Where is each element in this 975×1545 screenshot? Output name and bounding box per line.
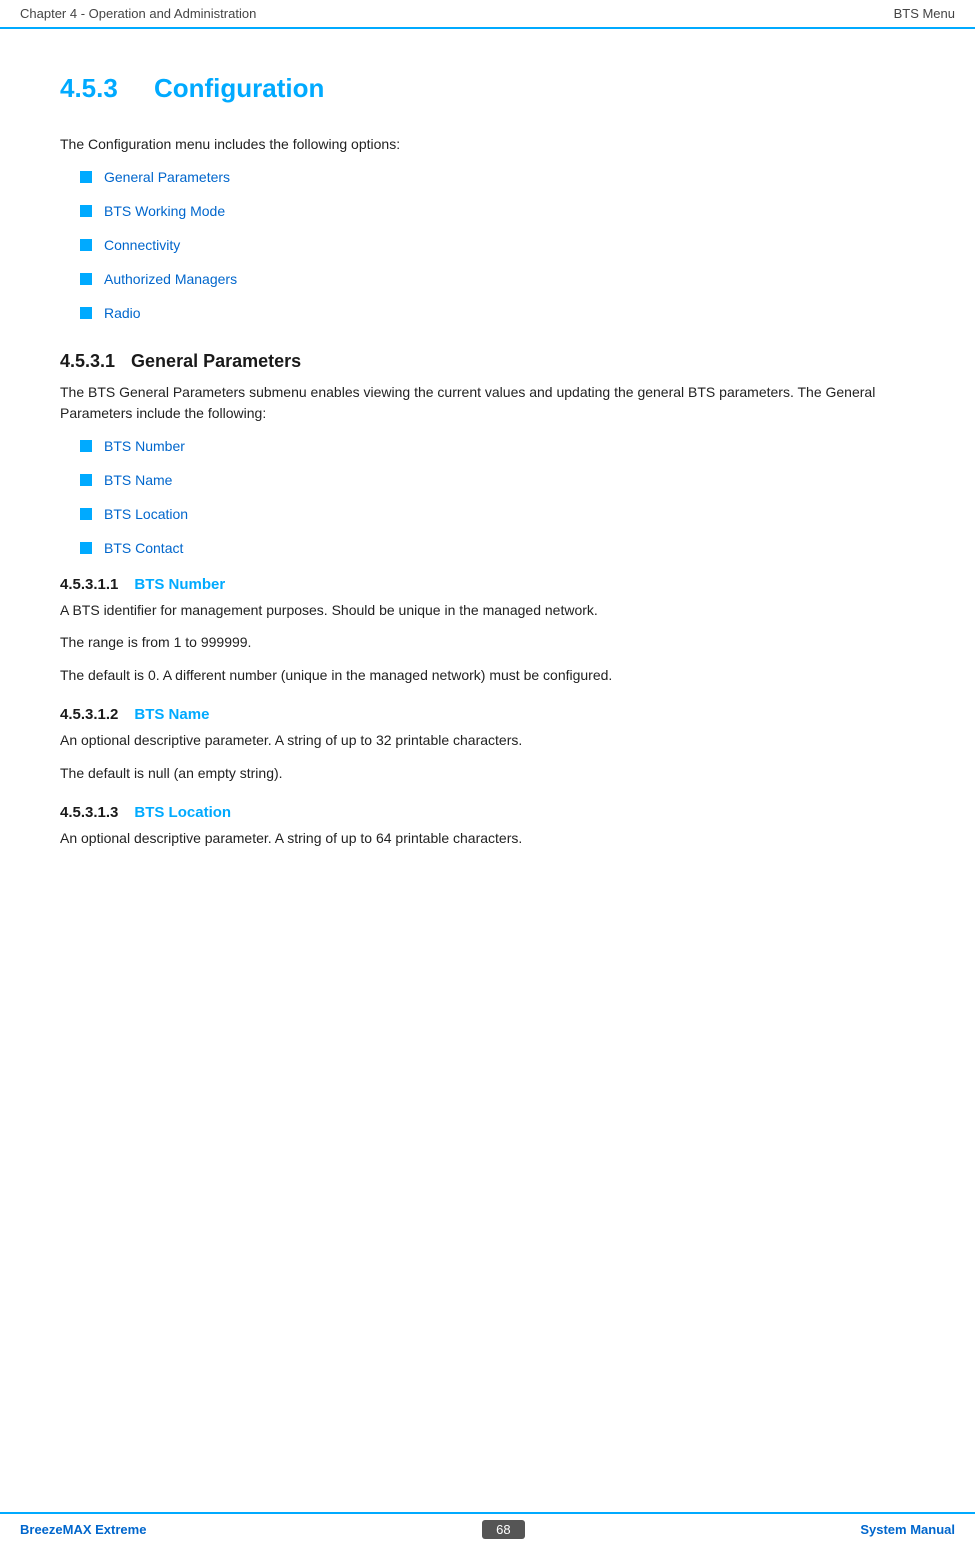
header-left: Chapter 4 - Operation and Administration — [20, 6, 256, 21]
list-item: BTS Number — [80, 438, 915, 454]
subsection-45313-title: BTS Location — [134, 804, 231, 821]
bts-contact-link[interactable]: BTS Contact — [104, 540, 183, 556]
subsection-45312-header: 4.5.3.1.2 BTS Name — [60, 706, 915, 723]
section-453-menu-list: General Parameters BTS Working Mode Conn… — [80, 169, 915, 321]
bullet-icon — [80, 205, 92, 217]
subsection-45311-para1: A BTS identifier for management purposes… — [60, 599, 915, 621]
bullet-icon — [80, 440, 92, 452]
section-453-intro: The Configuration menu includes the foll… — [60, 134, 915, 155]
bullet-icon — [80, 542, 92, 554]
list-item: General Parameters — [80, 169, 915, 185]
header-right: BTS Menu — [894, 6, 955, 21]
list-item: Connectivity — [80, 237, 915, 253]
subsection-45311-para3: The default is 0. A different number (un… — [60, 664, 915, 686]
authorized-managers-link[interactable]: Authorized Managers — [104, 271, 237, 287]
footer-left: BreezeMAX Extreme — [20, 1522, 146, 1537]
bullet-icon — [80, 239, 92, 251]
page-footer: BreezeMAX Extreme 68 System Manual — [0, 1512, 975, 1545]
list-item: BTS Working Mode — [80, 203, 915, 219]
general-parameters-link[interactable]: General Parameters — [104, 169, 230, 185]
connectivity-link[interactable]: Connectivity — [104, 237, 180, 253]
list-item: Radio — [80, 305, 915, 321]
bts-number-link[interactable]: BTS Number — [104, 438, 185, 454]
bts-working-mode-link[interactable]: BTS Working Mode — [104, 203, 225, 219]
bullet-icon — [80, 171, 92, 183]
subsection-45311-para2: The range is from 1 to 999999. — [60, 631, 915, 653]
subsection-45312-para2: The default is null (an empty string). — [60, 762, 915, 784]
list-item: Authorized Managers — [80, 271, 915, 287]
subsection-4531-list: BTS Number BTS Name BTS Location BTS Con… — [80, 438, 915, 556]
subsection-45311-header: 4.5.3.1.1 BTS Number — [60, 576, 915, 593]
subsection-4531-number: 4.5.3.1 — [60, 351, 115, 372]
subsection-45313-para1: An optional descriptive parameter. A str… — [60, 827, 915, 849]
section-453-header: 4.5.3 Configuration — [60, 63, 915, 120]
section-453-number: 4.5.3 Configuration — [60, 73, 324, 104]
page-content: 4.5.3 Configuration The Configuration me… — [0, 29, 975, 899]
list-item: BTS Location — [80, 506, 915, 522]
subsection-4531-title: General Parameters — [131, 351, 301, 372]
bts-name-link[interactable]: BTS Name — [104, 472, 172, 488]
radio-link[interactable]: Radio — [104, 305, 141, 321]
bullet-icon — [80, 273, 92, 285]
list-item: BTS Contact — [80, 540, 915, 556]
footer-page-number: 68 — [482, 1520, 524, 1539]
footer-right: System Manual — [860, 1522, 955, 1537]
page-header: Chapter 4 - Operation and Administration… — [0, 0, 975, 29]
subsection-4531-header: 4.5.3.1 General Parameters — [60, 351, 915, 372]
subsection-45313-header: 4.5.3.1.3 BTS Location — [60, 804, 915, 821]
subsection-45311-number: 4.5.3.1.1 — [60, 576, 118, 593]
subsection-45312-title: BTS Name — [134, 706, 209, 723]
list-item: BTS Name — [80, 472, 915, 488]
bullet-icon — [80, 474, 92, 486]
subsection-45311-title: BTS Number — [134, 576, 225, 593]
subsection-4531-intro: The BTS General Parameters submenu enabl… — [60, 382, 915, 424]
subsection-45313-number: 4.5.3.1.3 — [60, 804, 118, 821]
bullet-icon — [80, 307, 92, 319]
subsection-45312-para1: An optional descriptive parameter. A str… — [60, 729, 915, 751]
bullet-icon — [80, 508, 92, 520]
subsection-45312-number: 4.5.3.1.2 — [60, 706, 118, 723]
bts-location-link[interactable]: BTS Location — [104, 506, 188, 522]
